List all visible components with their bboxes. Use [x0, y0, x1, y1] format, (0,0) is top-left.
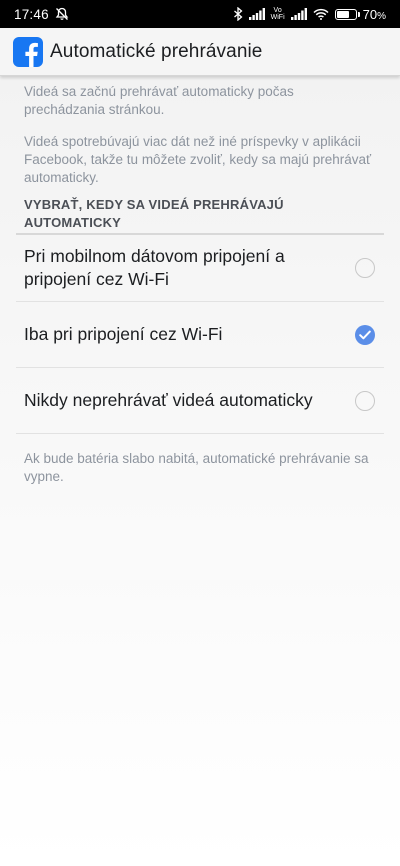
wifi-icon [313, 8, 329, 20]
option-mobile-data-and-wifi[interactable]: Pri mobilnom dátovom pripojení a pripoje… [16, 235, 384, 302]
volte-wifi-icon: Vo WiFi [271, 7, 285, 21]
settings-content: Videá sa začnú prehrávať automaticky poč… [0, 76, 400, 486]
battery-percent-value: 70 [362, 6, 378, 22]
status-left: 17:46 [14, 7, 69, 22]
battery-fill [336, 10, 350, 18]
radio-button-checked[interactable] [355, 324, 375, 345]
status-right: Vo WiFi 70% [233, 7, 386, 22]
battery-icon: 70% [334, 7, 386, 22]
radio-button[interactable] [355, 258, 375, 278]
volte-top-text: Vo [273, 7, 282, 14]
facebook-logo-icon [13, 36, 43, 67]
battery-note: Ak bude batéria slabo nabitá, automatick… [24, 451, 369, 484]
battery-percent-unit: % [377, 10, 386, 22]
battery-percent: 70% [363, 7, 386, 22]
autoplay-options-list: Pri mobilnom dátovom pripojení a pripoje… [0, 235, 400, 434]
section-header: VYBRAŤ, KEDY SA VIDEÁ PREHRÁVAJÚ AUTOMAT… [24, 197, 284, 230]
checkmark-icon [359, 330, 371, 339]
signal-icon [290, 8, 307, 20]
status-time: 17:46 [14, 6, 49, 22]
battery-tip [357, 11, 360, 17]
status-bar: 17:46 Vo WiFi 70% [0, 0, 400, 28]
battery-body [334, 8, 357, 20]
bell-off-icon [55, 7, 69, 21]
option-label: Pri mobilnom dátovom pripojení a pripoje… [24, 246, 285, 289]
option-wifi-only[interactable]: Iba pri pripojení cez Wi-Fi [16, 302, 384, 368]
app-bar: Automatické prehrávanie [0, 28, 400, 76]
description-paragraph-2: Videá spotrebúvajú viac dát než iné prís… [24, 134, 372, 185]
signal-icon [248, 8, 265, 20]
option-never[interactable]: Nikdy neprehrávať videá automaticky [16, 368, 384, 434]
description-paragraph-1: Videá sa začnú prehrávať automaticky poč… [24, 84, 294, 117]
option-label: Nikdy neprehrávať videá automaticky [24, 390, 313, 410]
radio-button[interactable] [355, 390, 375, 411]
bluetooth-icon [233, 7, 243, 21]
option-label: Iba pri pripojení cez Wi-Fi [24, 324, 223, 344]
volte-bottom-text: WiFi [270, 14, 285, 21]
page-title: Automatické prehrávanie [50, 40, 263, 62]
